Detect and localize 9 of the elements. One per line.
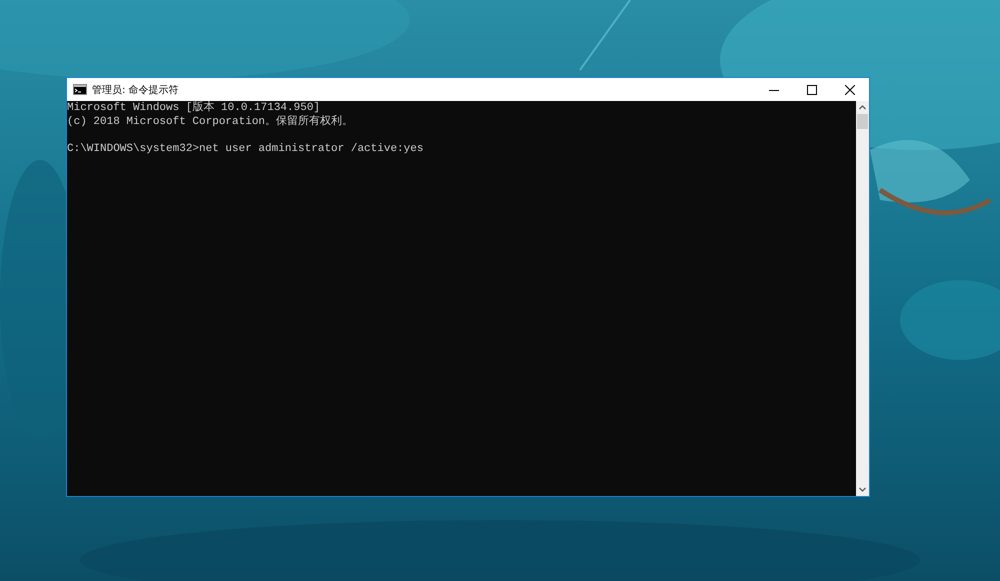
maximize-icon[interactable] [807,84,817,94]
scroll-thumb[interactable] [857,114,868,129]
window-title: 管理员: 命令提示符 [92,84,180,96]
command-line: C:\WINDOWS\system32>net user administrator /active:yes [67,142,424,156]
close-icon[interactable] [845,84,855,94]
console-line: Microsoft Windows [版本 10.0.17134.950] [67,102,320,115]
console-line: (c) 2018 Microsoft Corporation。保留所有权利。 [67,116,354,129]
scrollbar[interactable] [856,101,869,496]
terminal-icon [73,84,87,95]
